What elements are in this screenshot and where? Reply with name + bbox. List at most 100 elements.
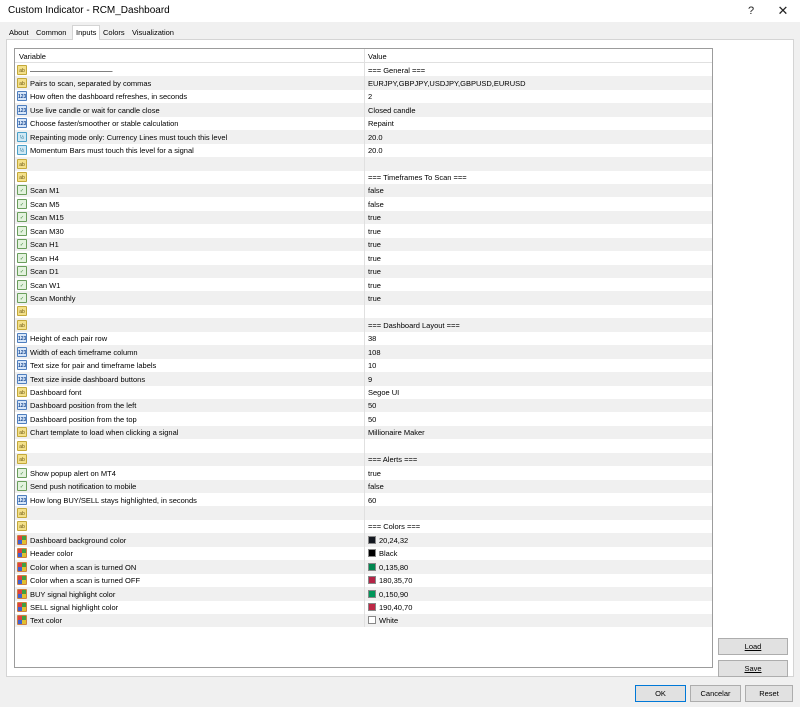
table-row[interactable]: 123 Use live candle or wait for candle cl… xyxy=(15,103,712,117)
ok-button[interactable]: OK xyxy=(635,685,686,702)
table-row[interactable]: ab Pairs to scan, separated by commas EURJ… xyxy=(15,76,712,90)
variable-value[interactable]: === Timeframes To Scan === xyxy=(368,173,467,182)
variable-value[interactable]: 38 xyxy=(368,334,376,343)
variable-value[interactable]: false xyxy=(368,200,384,209)
table-row[interactable]: ✓ Scan W1 true xyxy=(15,278,712,292)
table-row[interactable]: ✓ Scan H4 true xyxy=(15,251,712,265)
table-row[interactable]: 123 Choose faster/smoother or stable calc… xyxy=(15,116,712,131)
close-icon[interactable]: ✕ xyxy=(768,0,798,22)
table-row[interactable]: 123 Height of each pair row 38 xyxy=(15,331,712,346)
variable-value[interactable]: EURJPY,GBPJPY,USDJPY,GBPUSD,EURUSD xyxy=(368,79,526,88)
table-row[interactable]: ab xyxy=(15,439,712,453)
help-icon[interactable]: ? xyxy=(736,0,766,22)
table-row[interactable]: ½ Repainting mode only: Currency Lines mu… xyxy=(15,130,712,144)
table-row[interactable]: ✓ Scan Monthly true xyxy=(15,291,712,305)
save-button[interactable]: Save xyxy=(718,660,788,677)
table-row[interactable]: ½ Momentum Bars must touch this level for… xyxy=(15,143,712,158)
variable-value[interactable]: Closed candle xyxy=(368,106,416,115)
table-row[interactable]: ab === Timeframes To Scan === xyxy=(15,170,712,184)
table-row[interactable]: Text color White xyxy=(15,613,712,628)
table-row[interactable]: SELL signal highlight color 190,40,70 xyxy=(15,600,712,614)
variable-value[interactable]: true xyxy=(368,240,381,249)
table-row[interactable]: Color when a scan is turned OFF 180,35,70 xyxy=(15,573,712,588)
reset-button[interactable]: Reset xyxy=(745,685,793,702)
table-row[interactable]: ab xyxy=(15,304,712,319)
color-swatch[interactable] xyxy=(368,549,376,558)
table-row[interactable]: ✓ Scan H1 true xyxy=(15,237,712,252)
variable-value[interactable]: 180,35,70 xyxy=(379,576,412,585)
variable-value[interactable]: 2 xyxy=(368,92,372,101)
color-swatch[interactable] xyxy=(368,589,376,598)
variable-value[interactable]: true xyxy=(368,227,381,236)
table-row[interactable]: ✓ Show popup alert on MT4 true xyxy=(15,466,712,480)
color-swatch[interactable] xyxy=(368,603,376,611)
table-row[interactable]: 123 How often the dashboard refreshes, in… xyxy=(15,89,712,104)
table-row[interactable]: ab ——————————— === General === xyxy=(15,63,712,77)
variable-value[interactable]: 60 xyxy=(368,496,376,505)
tab-colors[interactable]: Colors xyxy=(100,27,128,39)
table-row[interactable]: ab Dashboard font Segoe UI xyxy=(15,385,712,399)
variable-value[interactable]: === Colors === xyxy=(368,522,420,531)
variable-value[interactable]: === General === xyxy=(368,66,425,75)
table-row[interactable]: ab === Alerts === xyxy=(15,452,712,467)
variable-value[interactable]: === Dashboard Layout === xyxy=(368,321,460,330)
color-swatch[interactable] xyxy=(368,576,376,585)
variable-value[interactable]: 0,135,80 xyxy=(379,563,408,572)
variable-value[interactable]: true xyxy=(368,267,381,276)
tab-about[interactable]: About xyxy=(6,27,32,39)
variable-value[interactable]: true xyxy=(368,294,381,303)
column-header-value[interactable]: Value xyxy=(368,52,387,61)
variable-value[interactable]: Millionaire Maker xyxy=(368,428,425,437)
variable-value[interactable]: 20,24,32 xyxy=(379,536,408,545)
variable-value[interactable]: false xyxy=(368,482,384,491)
table-row[interactable]: 123 How long BUY/SELL stays highlighted, … xyxy=(15,493,712,507)
variable-value[interactable]: true xyxy=(368,469,381,478)
table-row[interactable]: 123 Dashboard position from the left 50 xyxy=(15,398,712,413)
table-row[interactable]: ✓ Scan M30 true xyxy=(15,224,712,238)
variable-value[interactable]: 50 xyxy=(368,415,376,424)
variable-value[interactable]: false xyxy=(368,186,384,195)
table-row[interactable]: 123 Dashboard position from the top 50 xyxy=(15,412,712,426)
table-row[interactable]: ✓ Scan M15 true xyxy=(15,210,712,225)
table-row[interactable]: 123 Text size inside dashboard buttons 9 xyxy=(15,372,712,386)
tab-common[interactable]: Common xyxy=(33,27,69,39)
variable-value[interactable]: 10 xyxy=(368,361,376,370)
variable-value[interactable]: true xyxy=(368,254,381,263)
column-header-variable[interactable]: Variable xyxy=(19,52,46,61)
table-row[interactable]: ab === Colors === xyxy=(15,519,712,534)
column-divider[interactable] xyxy=(364,49,365,63)
table-row[interactable]: ✓ Send push notification to mobile false xyxy=(15,479,712,493)
color-swatch[interactable] xyxy=(368,616,376,625)
variable-value[interactable]: true xyxy=(368,281,381,290)
variable-value[interactable]: 190,40,70 xyxy=(379,603,412,612)
table-row[interactable]: Color when a scan is turned ON 0,135,80 xyxy=(15,560,712,574)
variable-value[interactable]: 20.0 xyxy=(368,133,383,142)
table-row[interactable]: ab xyxy=(15,506,712,520)
table-row[interactable]: 123 Width of each timeframe column 108 xyxy=(15,345,712,359)
variable-value[interactable]: true xyxy=(368,213,381,222)
variable-value[interactable]: Repaint xyxy=(368,119,394,128)
variable-value[interactable]: 9 xyxy=(368,375,372,384)
table-row[interactable]: BUY signal highlight color 0,150,90 xyxy=(15,587,712,601)
variable-value[interactable]: Segoe UI xyxy=(368,388,399,397)
variable-value[interactable]: 50 xyxy=(368,401,376,410)
variable-value[interactable]: === Alerts === xyxy=(368,455,417,464)
table-row[interactable]: ✓ Scan D1 true xyxy=(15,264,712,278)
table-row[interactable]: ab xyxy=(15,157,712,171)
table-row[interactable]: Dashboard background color 20,24,32 xyxy=(15,533,712,547)
tab-visualization[interactable]: Visualization xyxy=(129,27,177,39)
cancel-button[interactable]: Cancelar xyxy=(690,685,741,702)
variable-value[interactable]: 20.0 xyxy=(368,146,383,155)
color-swatch[interactable] xyxy=(368,562,376,571)
variable-value[interactable]: White xyxy=(379,616,398,625)
table-row[interactable]: ✓ Scan M5 false xyxy=(15,197,712,211)
variable-value[interactable]: 0,150,90 xyxy=(379,590,408,599)
tab-inputs[interactable]: Inputs xyxy=(72,25,101,40)
variable-value[interactable]: Black xyxy=(379,549,397,558)
variable-value[interactable]: 108 xyxy=(368,348,381,357)
table-row[interactable]: ✓ Scan M1 false xyxy=(15,183,712,198)
table-row[interactable]: Header color Black xyxy=(15,546,712,561)
load-button[interactable]: Load xyxy=(718,638,788,655)
table-row[interactable]: ab === Dashboard Layout === xyxy=(15,318,712,332)
color-swatch[interactable] xyxy=(368,535,376,544)
